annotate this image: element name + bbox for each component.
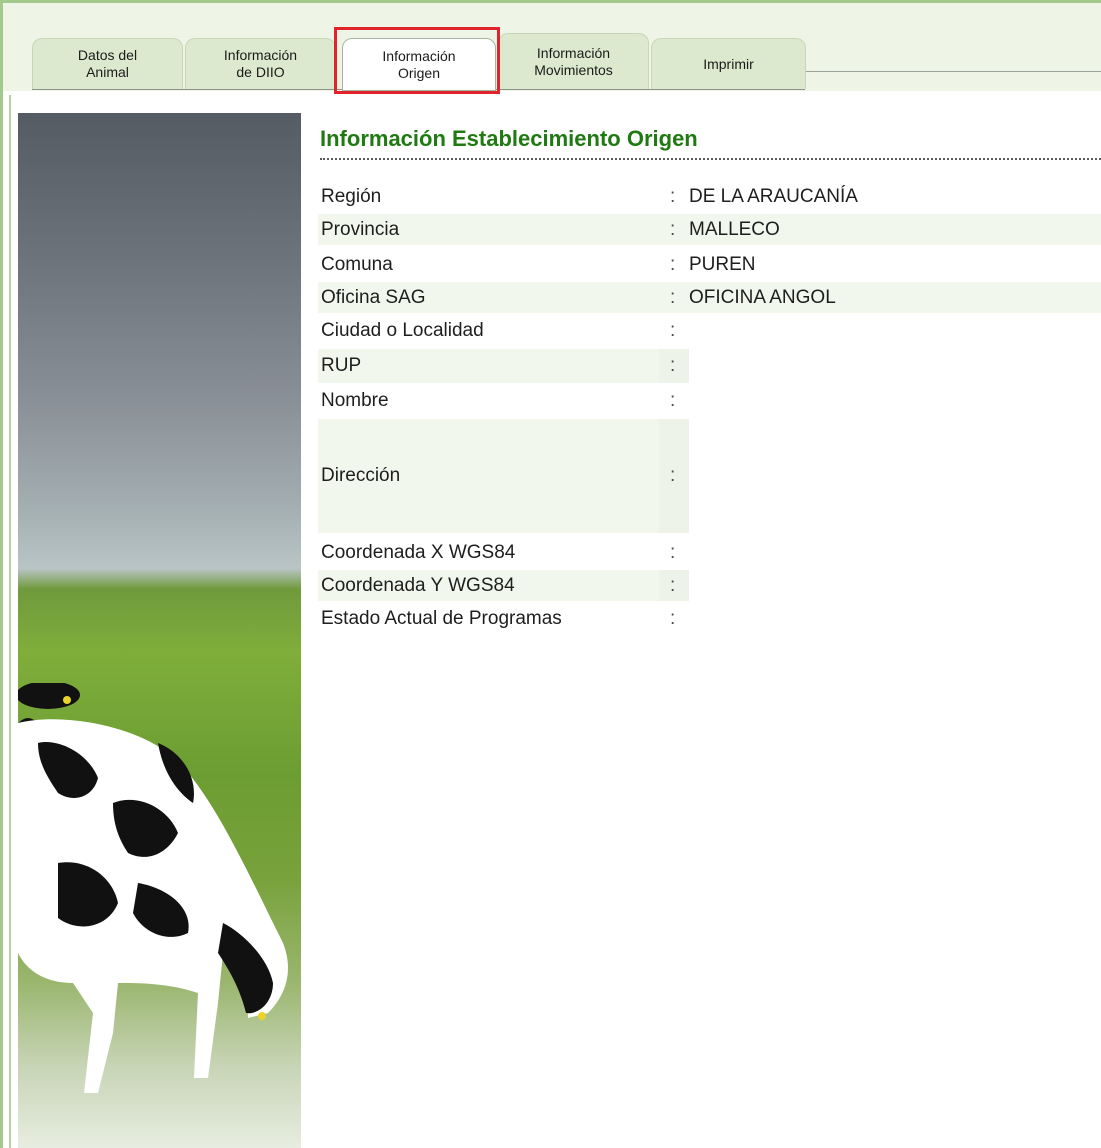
field-value: PUREN xyxy=(689,253,756,275)
field-label: RUP xyxy=(318,349,659,383)
field-separator: : xyxy=(670,541,676,563)
tab-bar-rule xyxy=(806,71,1101,72)
field-label: Coordenada Y WGS84 xyxy=(318,570,659,601)
field-row-region: Región : DE LA ARAUCANÍA xyxy=(318,181,1101,212)
field-value xyxy=(689,537,1101,568)
field-value xyxy=(689,315,1101,346)
frame-left-border xyxy=(0,0,3,1148)
title-dotted-rule xyxy=(320,158,1101,160)
field-separator: : xyxy=(670,607,676,629)
tab-imprimir[interactable]: Imprimir xyxy=(651,38,806,89)
field-label: Comuna xyxy=(321,253,393,275)
field-separator: : xyxy=(670,218,676,240)
field-value xyxy=(689,349,1101,383)
field-separator: : xyxy=(670,253,676,275)
side-image-cows xyxy=(18,113,301,1148)
field-value xyxy=(689,419,1101,533)
field-row-nombre: Nombre : xyxy=(318,385,1101,416)
field-value xyxy=(689,570,1101,601)
field-row-provincia: Provincia : MALLECO xyxy=(318,214,1101,245)
field-separator: : xyxy=(670,389,676,411)
field-label: Oficina SAG xyxy=(321,286,426,308)
field-value: MALLECO xyxy=(689,218,780,240)
field-value xyxy=(689,385,1101,416)
tab-datos-del-animal[interactable]: Datos del Animal xyxy=(32,38,183,89)
field-row-comuna: Comuna : PUREN xyxy=(318,249,1101,280)
field-value xyxy=(689,603,1101,634)
field-label: Estado Actual de Programas xyxy=(321,607,562,629)
field-label: Provincia xyxy=(321,218,400,240)
field-separator: : xyxy=(670,185,676,207)
field-separator: : xyxy=(659,419,689,533)
field-row-coordenada-x: Coordenada X WGS84 : xyxy=(318,537,1101,568)
field-label: Dirección xyxy=(318,419,659,533)
field-label: Región xyxy=(321,185,382,207)
field-separator: : xyxy=(659,349,689,383)
field-separator: : xyxy=(670,286,676,308)
field-value: DE LA ARAUCANÍA xyxy=(689,185,858,207)
field-label: Coordenada X WGS84 xyxy=(321,541,516,563)
field-row-oficina-sag: Oficina SAG : OFICINA ANGOL xyxy=(318,282,1101,313)
field-row-coordenada-y: Coordenada Y WGS84 : xyxy=(318,570,1101,601)
section-title: Información Establecimiento Origen xyxy=(320,126,698,151)
frame-inner-border xyxy=(9,95,11,1148)
field-separator: : xyxy=(659,570,689,601)
tab-informacion-movimientos[interactable]: Información Movimientos xyxy=(498,33,649,89)
cow-illustration xyxy=(18,683,288,1093)
tab-informacion-origen[interactable]: Información Origen xyxy=(342,38,496,91)
field-label: Nombre xyxy=(321,389,389,411)
field-label: Ciudad o Localidad xyxy=(321,319,484,341)
field-row-direccion: Dirección : xyxy=(318,419,1101,533)
field-row-rup: RUP : xyxy=(318,349,1101,383)
field-row-estado-programas: Estado Actual de Programas : xyxy=(318,603,1101,634)
field-row-ciudad-o-localidad: Ciudad o Localidad : xyxy=(318,315,1101,346)
tab-informacion-de-diio[interactable]: Información de DIIO xyxy=(185,38,336,89)
field-separator: : xyxy=(670,319,676,341)
field-value: OFICINA ANGOL xyxy=(689,286,836,308)
